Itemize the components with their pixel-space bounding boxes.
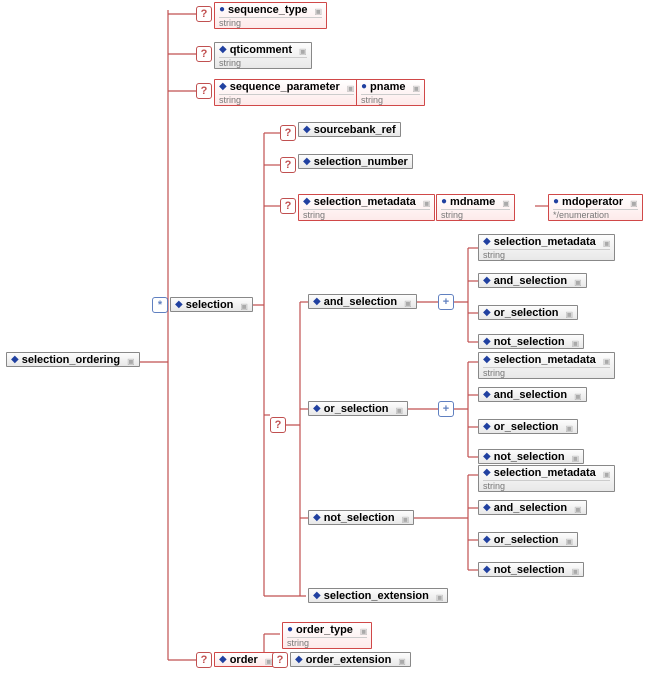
dot-icon: ●	[219, 5, 225, 15]
plus-joint[interactable]: +	[438, 401, 454, 417]
node-or-and[interactable]: ◆and_selection▣	[478, 387, 587, 402]
optional-joint[interactable]: ?	[196, 652, 212, 668]
node-and-or[interactable]: ◆or_selection▣	[478, 305, 578, 320]
node-mdoperator[interactable]: ●mdoperator▣ */enumeration	[548, 194, 643, 221]
node-sequence-parameter[interactable]: ◆sequence_parameter▣ string	[214, 79, 359, 106]
node-selection-metadata[interactable]: ◆selection_metadata▣ string	[298, 194, 435, 221]
node-and-selection[interactable]: ◆and_selection▣	[308, 294, 417, 309]
optional-joint[interactable]: ?	[196, 83, 212, 99]
plus-joint[interactable]: +	[438, 294, 454, 310]
node-not-sm[interactable]: ◆selection_metadata▣ string	[478, 465, 615, 492]
optional-joint[interactable]: ?	[196, 6, 212, 22]
node-selection-extension[interactable]: ◆selection_extension▣	[308, 588, 448, 603]
node-sequence-type[interactable]: ● sequence_type ▣ string	[214, 2, 327, 29]
node-or-selection[interactable]: ◆or_selection▣	[308, 401, 408, 416]
node-not-not[interactable]: ◆not_selection▣	[478, 562, 584, 577]
optional-joint[interactable]: ?	[272, 652, 288, 668]
node-order-type[interactable]: ●order_type▣ string	[282, 622, 372, 649]
optional-joint[interactable]: ?	[270, 417, 286, 433]
node-not-selection[interactable]: ◆not_selection▣	[308, 510, 414, 525]
node-or-not[interactable]: ◆not_selection▣	[478, 449, 584, 464]
expand-icon: ▣	[127, 357, 135, 366]
diamond-icon: ◆	[11, 355, 19, 365]
node-sourcebank-ref[interactable]: ◆sourcebank_ref	[298, 122, 401, 137]
node-not-or[interactable]: ◆or_selection▣	[478, 532, 578, 547]
node-pname[interactable]: ●pname▣ string	[356, 79, 425, 106]
node-selection[interactable]: ◆selection▣	[170, 297, 253, 312]
node-and-and[interactable]: ◆and_selection▣	[478, 273, 587, 288]
node-or-or[interactable]: ◆or_selection▣	[478, 419, 578, 434]
node-mdname[interactable]: ●mdname▣ string	[436, 194, 515, 221]
node-selection-number[interactable]: ◆selection_number	[298, 154, 413, 169]
node-order[interactable]: ◆order▣	[214, 652, 277, 667]
optional-joint[interactable]: ?	[280, 157, 296, 173]
node-order-extension[interactable]: ◆order_extension▣	[290, 652, 411, 667]
optional-joint[interactable]: ?	[280, 125, 296, 141]
node-and-sm[interactable]: ◆selection_metadata▣ string	[478, 234, 615, 261]
node-qticomment[interactable]: ◆qticomment▣ string	[214, 42, 312, 69]
optional-joint[interactable]: ?	[280, 198, 296, 214]
node-label: selection_ordering	[22, 354, 120, 366]
node-or-sm[interactable]: ◆selection_metadata▣ string	[478, 352, 615, 379]
repeat-joint[interactable]: *	[152, 297, 168, 313]
optional-joint[interactable]: ?	[196, 46, 212, 62]
node-not-and[interactable]: ◆and_selection▣	[478, 500, 587, 515]
node-selection-ordering[interactable]: ◆ selection_ordering ▣	[6, 352, 140, 367]
node-and-not[interactable]: ◆not_selection▣	[478, 334, 584, 349]
